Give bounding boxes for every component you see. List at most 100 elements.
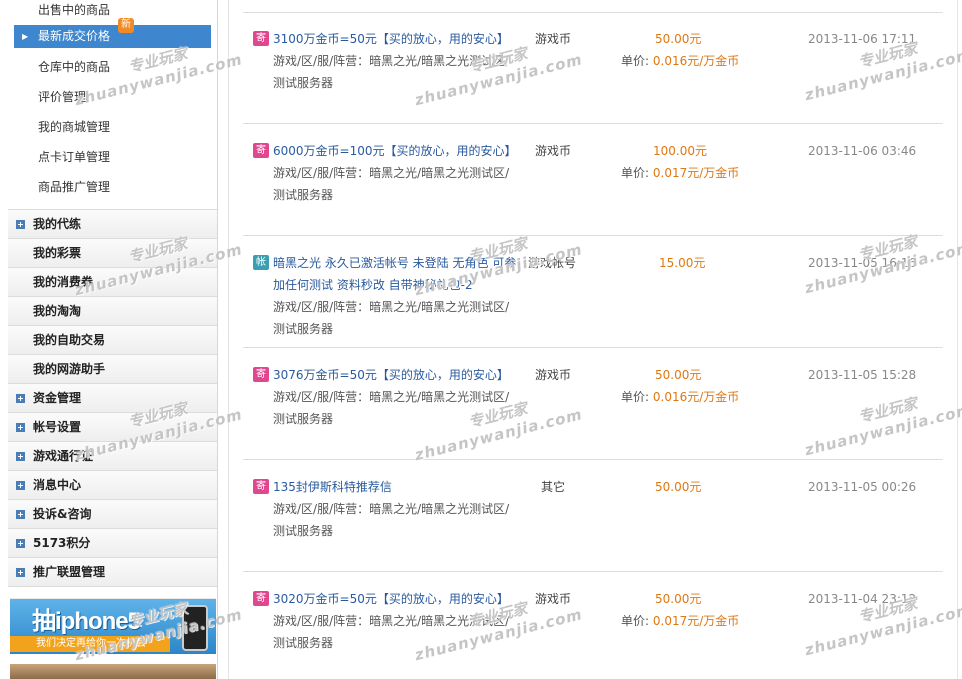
deal-row: 寄 135封伊斯科特推荐信 游戏/区/服/阵营：暗黑之光/暗黑之光测试区/测试服…: [243, 460, 943, 572]
sidebar-item-on-sale[interactable]: 出售中的商品: [8, 0, 217, 22]
deal-price: 50.00元: [655, 368, 702, 382]
account-badge: 帐: [253, 255, 269, 270]
deal-price: 50.00元: [655, 480, 702, 494]
deal-date: 2013-11-06 17:11: [808, 32, 917, 46]
deal-date: 2013-11-05 00:26: [808, 480, 917, 494]
deal-title-link[interactable]: 6000万金币=100元【买的放心，用的安心】: [273, 140, 519, 162]
consignment-badge: 寄: [253, 31, 269, 46]
banner-subtitle: 我们决定再给你一次机会: [10, 636, 170, 652]
sidebar-item-reviews[interactable]: 评价管理: [8, 82, 217, 112]
deal-title-link[interactable]: 3100万金币=50元【买的放心，用的安心】: [273, 28, 519, 50]
sidebar-section-points[interactable]: 5173积分: [8, 528, 217, 557]
sidebar-item-latest-deal-price[interactable]: ▶ 最新成交价格 新: [14, 18, 211, 48]
expand-plus-icon: [16, 539, 25, 548]
section-label: 帐号设置: [33, 420, 82, 434]
sidebar-section-boosting[interactable]: 我的代练: [8, 209, 217, 238]
sidebar-section-messages[interactable]: 消息中心: [8, 470, 217, 499]
expand-plus-icon: [16, 220, 25, 229]
triangle-right-icon: ▶: [22, 32, 29, 41]
sidebar-section-account-settings[interactable]: 帐号设置: [8, 412, 217, 441]
sidebar-item-my-store[interactable]: 我的商城管理: [8, 112, 217, 142]
section-label: 我的消费券: [33, 275, 94, 289]
section-label: 游戏通行证: [33, 449, 94, 463]
sidebar-section-funds[interactable]: 资金管理: [8, 383, 217, 412]
sidebar-section-taotao[interactable]: 我的淘淘: [8, 296, 217, 325]
expand-plus-icon: [16, 394, 25, 403]
section-label: 消息中心: [33, 478, 82, 492]
deal-price: 50.00元: [655, 592, 702, 606]
unit-value: 0.016元/万金币: [652, 390, 740, 404]
phone-icon: [182, 605, 208, 651]
divider: [8, 586, 217, 587]
unit-value: 0.017元/万金币: [652, 614, 740, 628]
deal-meta: 游戏/区/服/阵营：暗黑之光/暗黑之光测试区/测试服务器: [273, 166, 510, 202]
deal-meta: 游戏/区/服/阵营：暗黑之光/暗黑之光测试区/测试服务器: [273, 502, 510, 538]
section-label: 5173积分: [33, 536, 91, 550]
sidebar-section-affiliate[interactable]: 推广联盟管理: [8, 557, 217, 586]
deal-title-link[interactable]: 135封伊斯科特推荐信: [273, 476, 519, 498]
sidebar-section-game-assistant[interactable]: 我的网游助手: [8, 354, 217, 383]
consignment-badge: 寄: [253, 591, 269, 606]
banner-title: 抽iphone5: [32, 608, 141, 635]
promo-banner-2[interactable]: [10, 664, 216, 679]
deal-unit-price: 单价: 0.016元/万金币: [621, 50, 781, 72]
deal-title-link[interactable]: 暗黑之光 永久已激活帐号 未登陆 无角色 可参加任何测试 资料秒改 自带神秘礼包…: [273, 252, 519, 296]
deal-title-link[interactable]: 3076万金币=50元【买的放心，用的安心】: [273, 364, 519, 386]
sidebar-item-label: 最新成交价格: [38, 29, 111, 43]
sidebar-nav: 出售中的商品 ▶ 最新成交价格 新 仓库中的商品 评价管理 我的商城管理 点卡订…: [8, 0, 218, 679]
deal-meta: 游戏/区/服/阵营：暗黑之光/暗黑之光测试区/测试服务器: [273, 54, 510, 90]
unit-value: 0.016元/万金币: [652, 54, 740, 68]
unit-label: 单价:: [621, 390, 650, 404]
deal-price: 15.00元: [659, 256, 706, 270]
deal-type: 游戏帐号: [528, 256, 577, 270]
new-badge: 新: [118, 18, 134, 33]
section-label: 我的彩票: [33, 246, 82, 260]
sidebar-item-card-orders[interactable]: 点卡订单管理: [8, 142, 217, 172]
unit-label: 单价:: [621, 614, 650, 628]
section-label: 投诉&咨询: [33, 507, 92, 521]
sidebar-section-complaints[interactable]: 投诉&咨询: [8, 499, 217, 528]
sidebar-item-warehouse[interactable]: 仓库中的商品: [8, 52, 217, 82]
section-label: 我的代练: [33, 217, 82, 231]
deal-date: 2013-11-06 03:46: [808, 144, 917, 158]
expand-plus-icon: [16, 568, 25, 577]
deal-type: 游戏币: [535, 592, 572, 606]
consignment-badge: 寄: [253, 143, 269, 158]
deal-meta: 游戏/区/服/阵营：暗黑之光/暗黑之光测试区/测试服务器: [273, 300, 510, 336]
unit-value: 0.017元/万金币: [652, 166, 740, 180]
deal-list: 寄 3100万金币=50元【买的放心，用的安心】 游戏/区/服/阵营：暗黑之光/…: [228, 0, 958, 679]
deal-row: 寄 3100万金币=50元【买的放心，用的安心】 游戏/区/服/阵营：暗黑之光/…: [243, 12, 943, 124]
sidebar-section-self-trade[interactable]: 我的自助交易: [8, 325, 217, 354]
deal-price: 50.00元: [655, 32, 702, 46]
expand-plus-icon: [16, 510, 25, 519]
deal-row: 寄 3020万金币=50元【买的放心，用的安心】 游戏/区/服/阵营：暗黑之光/…: [243, 572, 943, 679]
sidebar-section-game-pass[interactable]: 游戏通行证: [8, 441, 217, 470]
deal-row: 寄 6000万金币=100元【买的放心，用的安心】 游戏/区/服/阵营：暗黑之光…: [243, 124, 943, 236]
expand-plus-icon: [16, 423, 25, 432]
expand-plus-icon: [16, 481, 25, 490]
deal-date: 2013-11-04 23:12: [808, 592, 917, 606]
sidebar-section-coupons[interactable]: 我的消费券: [8, 267, 217, 296]
section-label: 我的网游助手: [33, 362, 106, 376]
deal-unit-price: 单价: 0.017元/万金币: [621, 610, 781, 632]
deal-date: 2013-11-05 16:16: [808, 256, 917, 270]
section-label: 资金管理: [33, 391, 82, 405]
section-label: 推广联盟管理: [33, 565, 106, 579]
deal-unit-price: 单价: 0.016元/万金币: [621, 386, 781, 408]
expand-plus-icon: [16, 452, 25, 461]
deal-type: 游戏币: [535, 368, 572, 382]
deal-title-link[interactable]: 3020万金币=50元【买的放心，用的安心】: [273, 588, 519, 610]
deal-type: 游戏币: [535, 32, 572, 46]
consignment-badge: 寄: [253, 479, 269, 494]
sidebar-item-promotion[interactable]: 商品推广管理: [8, 172, 217, 202]
unit-label: 单价:: [621, 54, 650, 68]
consignment-badge: 寄: [253, 367, 269, 382]
section-label: 我的自助交易: [33, 333, 106, 347]
sidebar-section-lottery[interactable]: 我的彩票: [8, 238, 217, 267]
deal-meta: 游戏/区/服/阵营：暗黑之光/暗黑之光测试区/测试服务器: [273, 614, 510, 650]
deal-row: 帐 暗黑之光 永久已激活帐号 未登陆 无角色 可参加任何测试 资料秒改 自带神秘…: [243, 236, 943, 348]
deal-price: 100.00元: [653, 144, 707, 158]
iphone5-promo-banner[interactable]: 抽iphone5 我们决定再给你一次机会: [10, 598, 216, 654]
deal-type: 其它: [541, 480, 566, 494]
